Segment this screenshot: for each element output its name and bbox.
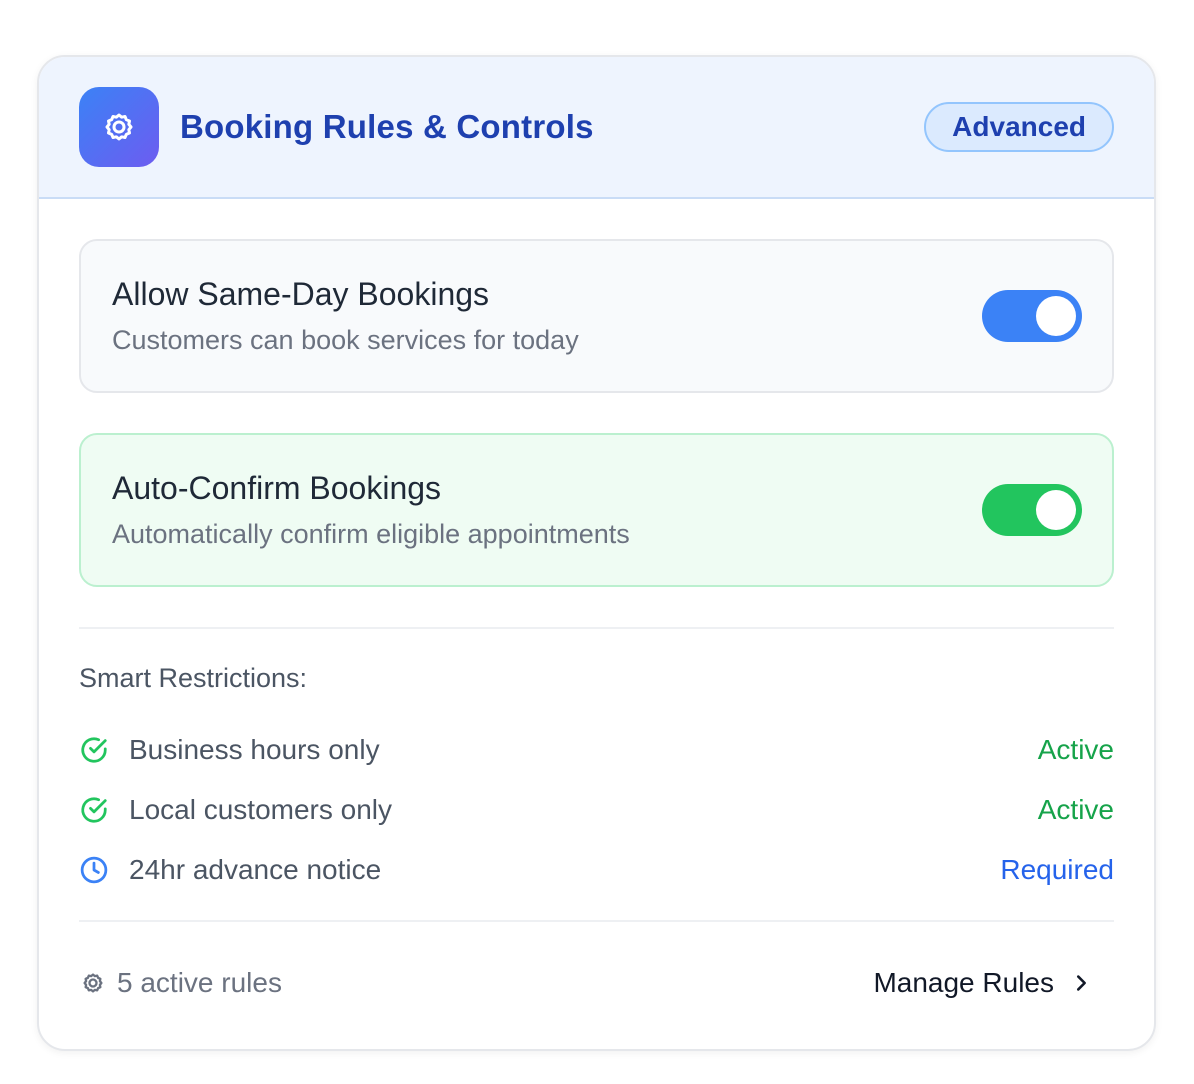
auto-confirm-row: Auto-Confirm Bookings Automatically conf… [79, 433, 1114, 587]
advanced-badge: Advanced [924, 102, 1114, 152]
restriction-item: 24hr advance notice Required [79, 840, 1114, 900]
active-rules-count: 5 active rules [117, 967, 282, 998]
restriction-label: 24hr advance notice [129, 854, 382, 885]
card-title: Booking Rules & Controls [180, 108, 594, 145]
clock-icon [79, 855, 109, 885]
restriction-status: Required [1000, 854, 1114, 885]
toggle-title: Auto-Confirm Bookings [112, 470, 442, 506]
auto-confirm-toggle[interactable] [982, 484, 1082, 536]
divider [79, 627, 1114, 629]
toggle-description: Customers can book services for today [112, 325, 579, 355]
toggle-description: Automatically confirm eligible appointme… [112, 519, 630, 549]
booking-rules-card: Booking Rules & Controls Advanced Allow … [37, 55, 1156, 1051]
same-day-bookings-toggle[interactable] [982, 290, 1082, 342]
card-header: Booking Rules & Controls Advanced [39, 57, 1154, 199]
gear-icon [79, 969, 107, 997]
card-body: Allow Same-Day Bookings Customers can bo… [39, 199, 1154, 1044]
manage-rules-button[interactable]: Manage Rules [873, 967, 1092, 999]
toggle-knob [1036, 490, 1076, 530]
restriction-status: Active [1037, 794, 1114, 825]
restriction-item: Local customers only Active [79, 780, 1114, 840]
restriction-label: Business hours only [129, 734, 380, 765]
gear-icon [79, 87, 159, 167]
manage-rules-label: Manage Rules [873, 967, 1054, 998]
restriction-status: Active [1037, 734, 1114, 765]
check-circle-icon [79, 795, 109, 825]
restriction-item: Business hours only Active [79, 720, 1114, 780]
restriction-label: Local customers only [129, 794, 393, 825]
toggle-title: Allow Same-Day Bookings [112, 276, 490, 312]
card-footer: 5 active rules Manage Rules [79, 922, 1114, 1044]
chevron-right-icon [1070, 972, 1092, 994]
same-day-bookings-row: Allow Same-Day Bookings Customers can bo… [79, 239, 1114, 393]
check-circle-icon [79, 735, 109, 765]
toggle-knob [1036, 296, 1076, 336]
restrictions-heading: Smart Restrictions: [79, 663, 308, 693]
